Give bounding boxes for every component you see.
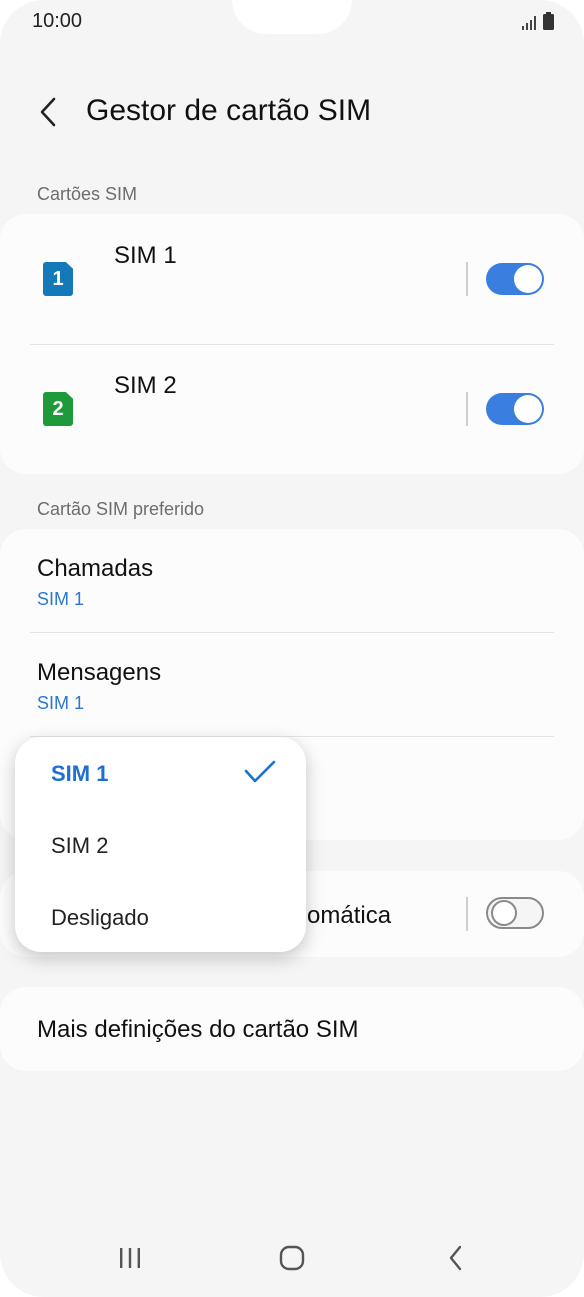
preferred-messages-item[interactable]: Mensagens SIM 1 bbox=[0, 633, 584, 736]
screen: 10:00 Gestor de cartão SIM Cartões SIM 1 bbox=[0, 0, 584, 1297]
sim-cards-card: 1 SIM 1 2 SIM 2 bbox=[0, 214, 584, 474]
recents-icon[interactable] bbox=[110, 1240, 150, 1276]
camera-notch bbox=[232, 0, 352, 34]
battery-icon bbox=[543, 12, 554, 35]
calls-value: SIM 1 bbox=[37, 589, 85, 609]
divider bbox=[466, 392, 468, 426]
divider bbox=[466, 897, 468, 931]
calls-title: Chamadas bbox=[37, 555, 154, 582]
section-label-sim-cards: Cartões SIM bbox=[37, 184, 138, 204]
sim-name: SIM 2 bbox=[114, 372, 177, 399]
preferred-calls-item[interactable]: Chamadas SIM 1 bbox=[0, 529, 584, 632]
status-time: 10:00 bbox=[32, 10, 83, 32]
divider bbox=[466, 262, 468, 296]
page-title: Gestor de cartão SIM bbox=[86, 94, 372, 127]
toggle-knob bbox=[514, 395, 542, 423]
back-icon[interactable] bbox=[436, 1240, 476, 1276]
toggle-knob bbox=[491, 900, 517, 926]
messages-title: Mensagens bbox=[37, 659, 162, 686]
popup-option-sim2[interactable]: SIM 2 bbox=[51, 833, 108, 859]
status-icons bbox=[522, 12, 554, 35]
home-icon[interactable] bbox=[272, 1240, 312, 1276]
sim2-toggle[interactable] bbox=[486, 393, 544, 425]
sim-row-2[interactable]: 2 SIM 2 bbox=[0, 344, 584, 474]
more-settings-card[interactable]: Mais definições do cartão SIM bbox=[0, 987, 584, 1071]
sim-selection-popup: SIM 1 SIM 2 Desligado bbox=[15, 737, 306, 952]
auto-switch-label: omática bbox=[307, 902, 392, 929]
popup-option-off[interactable]: Desligado bbox=[51, 905, 149, 931]
section-label-preferred: Cartão SIM preferido bbox=[37, 499, 205, 519]
check-icon bbox=[243, 759, 277, 790]
more-settings-title: Mais definições do cartão SIM bbox=[37, 1016, 359, 1043]
signal-icon bbox=[522, 16, 538, 35]
sim-row-1[interactable]: 1 SIM 1 bbox=[0, 214, 584, 344]
popup-option-sim1[interactable]: SIM 1 bbox=[51, 761, 108, 787]
messages-value: SIM 1 bbox=[37, 693, 85, 713]
sim1-icon: 1 bbox=[43, 262, 73, 296]
auto-switch-toggle[interactable] bbox=[486, 897, 544, 929]
sim2-icon: 2 bbox=[43, 392, 73, 426]
back-arrow-icon[interactable] bbox=[30, 92, 66, 132]
sim1-toggle[interactable] bbox=[486, 263, 544, 295]
toggle-knob bbox=[514, 265, 542, 293]
sim-name: SIM 1 bbox=[114, 242, 177, 269]
